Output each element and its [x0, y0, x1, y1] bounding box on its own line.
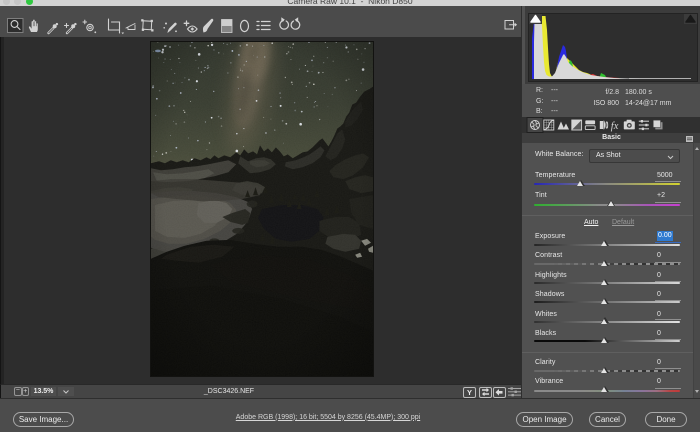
svg-text:fx: fx	[611, 121, 619, 132]
